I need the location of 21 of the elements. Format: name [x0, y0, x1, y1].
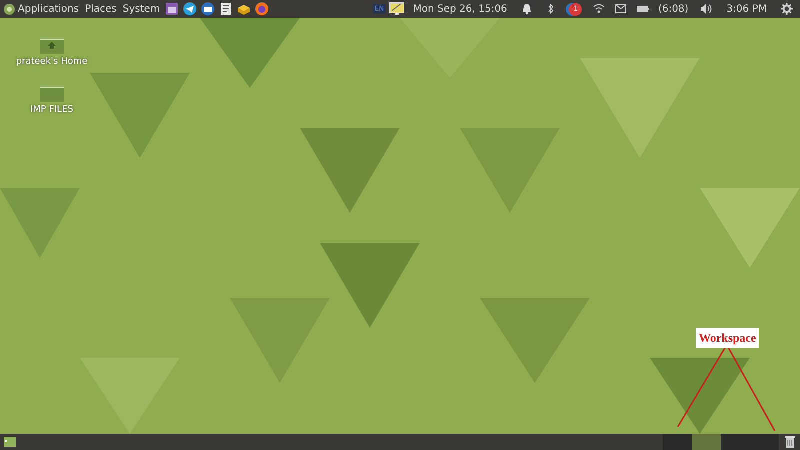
calendar-app-icon[interactable]	[165, 2, 180, 16]
envelope-icon[interactable]	[614, 2, 628, 16]
wifi-icon[interactable]	[592, 2, 606, 16]
package-box-icon[interactable]	[237, 2, 252, 16]
paper-plane-icon[interactable]	[183, 2, 198, 16]
monitor-icon[interactable]	[389, 2, 406, 16]
text-editor-icon[interactable]	[219, 2, 234, 16]
date-time-text[interactable]: Mon Sep 26, 15:06	[413, 2, 508, 16]
distro-logo-icon[interactable]	[4, 4, 15, 14]
panel-menu[interactable]: Places	[82, 2, 120, 16]
battery-time-text: (6:08)	[658, 2, 689, 16]
panel-menu[interactable]: System	[120, 2, 164, 16]
mail-client-icon[interactable]	[201, 2, 216, 16]
settings-icon[interactable]	[781, 3, 793, 15]
browser-globe-icon[interactable]	[255, 2, 270, 16]
volume-icon[interactable]	[698, 2, 713, 16]
trash-icon[interactable]	[784, 435, 796, 449]
annotation-label: Workspace	[696, 328, 760, 348]
clock-text[interactable]: 3:06 PM	[726, 2, 767, 16]
show-desktop-icon[interactable]	[3, 436, 17, 448]
applications-menu[interactable]: Applications	[15, 2, 82, 16]
